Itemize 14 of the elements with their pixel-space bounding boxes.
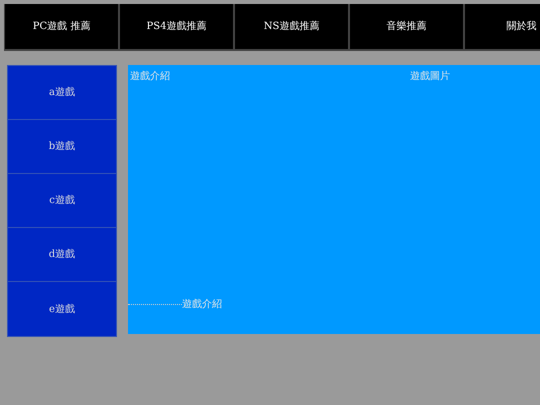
sidebar-item[interactable]: b遊戲 xyxy=(8,120,116,174)
intro-label: 遊戲介紹 xyxy=(130,70,170,84)
nav-tab[interactable]: 關於我 xyxy=(464,4,540,51)
nav-tab[interactable]: PC遊戲 推薦 xyxy=(4,4,119,51)
leader-line xyxy=(128,304,182,305)
nav-tab[interactable]: 音樂推薦 xyxy=(349,4,464,51)
nav-tab[interactable]: PS4遊戲推薦 xyxy=(119,4,234,51)
sidebar-item[interactable]: c遊戲 xyxy=(8,174,116,228)
image-label: 遊戲圖片 xyxy=(410,70,450,84)
sidebar-item[interactable]: a遊戲 xyxy=(8,66,116,120)
nav-tab[interactable]: NS遊戲推薦 xyxy=(234,4,349,51)
sidebar-item[interactable]: e遊戲 xyxy=(8,282,116,336)
intro-label: 遊戲介紹 xyxy=(182,298,222,312)
sidebar-item[interactable]: d遊戲 xyxy=(8,228,116,282)
